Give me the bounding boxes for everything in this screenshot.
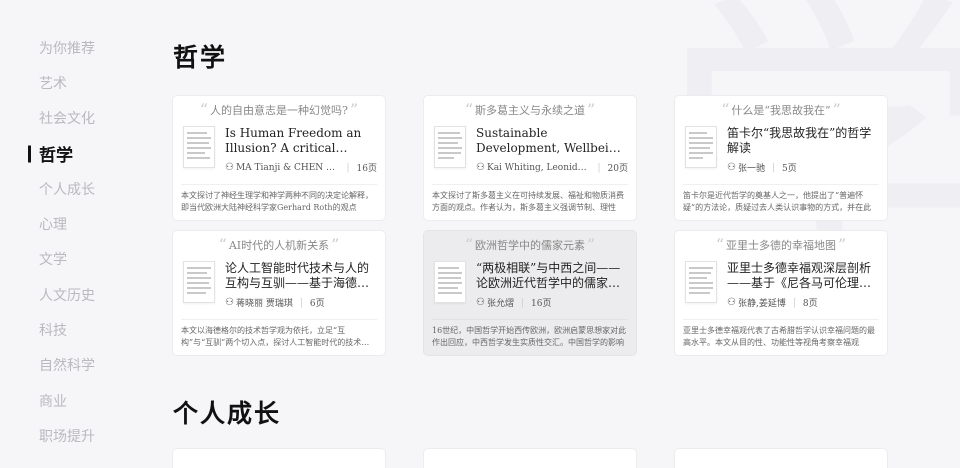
book-title: 笛卡尔“我思故我在”的哲学解读 bbox=[727, 126, 872, 155]
book-author: 张静,姜延博 bbox=[737, 299, 786, 309]
book-description: 本文探讨了神经生理学和神学两种不同的决定论解释，即当代欧洲大陆神经科学家Gerh… bbox=[181, 191, 373, 212]
sidebar-item-technology[interactable]: 科技 bbox=[28, 312, 138, 347]
book-description: 16世纪，中国哲学开始西传欧洲，欧洲启蒙思想家对此作出回应，中西哲学发生实质性交… bbox=[432, 326, 627, 347]
page-count: 5页 bbox=[782, 164, 797, 174]
book-author: Kai Whiting, Leonidas Konstantakos bbox=[486, 162, 591, 173]
book-title: Is Human Freedom an Illusion? A critical… bbox=[225, 126, 362, 155]
book-description: 本文以海德格尔的技术哲学观为依托，立足“互构”与“互驯”两个切入点，探讨人工智能… bbox=[181, 326, 370, 347]
book-meta: ⚇ 张一驰 | 5页 bbox=[727, 162, 797, 174]
book-card-partial[interactable] bbox=[423, 448, 637, 468]
book-title: “两极相联”与中西之间——论欧洲近代哲学中的儒家哲学元素 bbox=[476, 261, 621, 290]
card-topic: “ 亚里士多德的幸福地图 ” bbox=[715, 235, 847, 254]
page-count: 16页 bbox=[531, 299, 552, 309]
sidebar-item-philosophy[interactable]: 哲学 bbox=[28, 136, 138, 171]
card-divider bbox=[683, 184, 879, 185]
sidebar-item-art[interactable]: 艺术 bbox=[28, 65, 138, 100]
book-card-partial[interactable] bbox=[172, 448, 386, 468]
document-thumbnail bbox=[685, 126, 717, 168]
document-thumbnail bbox=[434, 126, 466, 168]
close-quote-icon: ” bbox=[331, 235, 340, 254]
page-count: 20页 bbox=[607, 164, 628, 174]
close-quote-icon: ” bbox=[587, 100, 596, 119]
book-author: 蒋晓丽 贾瑞琪 bbox=[235, 299, 293, 309]
card-divider bbox=[683, 319, 879, 320]
book-card-partial[interactable] bbox=[674, 448, 888, 468]
book-description: 笛卡尔是近代哲学的奠基人之一，他提出了“普遍怀疑”的方法论，质疑过去人类认识事物… bbox=[683, 191, 872, 212]
book-meta: ⚇ 张允熠 | 16页 bbox=[476, 297, 552, 309]
open-quote-icon: “ bbox=[218, 235, 227, 254]
sidebar-item-literature[interactable]: 文学 bbox=[28, 242, 138, 277]
book-meta: ⚇ 蒋晓丽 贾瑞琪 | 6页 bbox=[225, 297, 325, 309]
book-meta: ⚇ 张静,姜延博 | 8页 bbox=[727, 297, 818, 309]
philosophy-card-grid: “ 人的自由意志是一种幻觉吗? ” Is Human Freedom an Il… bbox=[172, 95, 888, 357]
book-card[interactable]: “ 什么是“我思故我在” ” 笛卡尔“我思故我在”的哲学解读 ⚇ 张一驰 | 5… bbox=[674, 95, 888, 221]
book-description: 本文探讨了斯多葛主义在可持续发展、福祉和物质消费方面的观点。作者认为，斯多葛主义… bbox=[432, 191, 624, 212]
document-thumbnail bbox=[434, 261, 466, 303]
author-icon: ⚇ bbox=[476, 162, 485, 173]
author-icon: ⚇ bbox=[225, 297, 234, 308]
book-description: 亚里士多德幸福观代表了古希腊哲学认识幸福问题的最高水平。本文从目的性、功能性等视… bbox=[683, 326, 875, 347]
author-icon: ⚇ bbox=[476, 297, 485, 308]
author-icon: ⚇ bbox=[225, 162, 234, 173]
sidebar-item-psychology[interactable]: 心理 bbox=[28, 206, 138, 241]
sidebar-item-recommended[interactable]: 为你推荐 bbox=[28, 30, 138, 65]
book-card[interactable]: “ AI时代的人机新关系 ” 论人工智能时代技术与人的互构与互驯——基于海德格尔… bbox=[172, 230, 386, 356]
section-title-personal-growth: 个人成长 bbox=[173, 399, 282, 428]
sidebar-item-humanities-history[interactable]: 人文历史 bbox=[28, 277, 138, 312]
book-card[interactable]: “ 亚里士多德的幸福地图 ” 亚里士多德幸福观深层剖析——基于《尼各马可伦理学》… bbox=[674, 230, 888, 356]
card-topic: “ AI时代的人机新关系 ” bbox=[218, 235, 340, 254]
category-sidebar: 为你推荐 艺术 社会文化 哲学 个人成长 心理 文学 人文历史 科技 自然科学 … bbox=[28, 30, 138, 454]
book-meta: ⚇ MA Tianji & CHEN Szu-Chi | 16页 bbox=[225, 162, 377, 174]
book-author: 张一驰 bbox=[737, 164, 765, 174]
close-quote-icon: ” bbox=[587, 235, 596, 254]
open-quote-icon: “ bbox=[721, 100, 730, 119]
card-divider bbox=[432, 319, 628, 320]
close-quote-icon: ” bbox=[838, 235, 847, 254]
sidebar-item-natural-science[interactable]: 自然科学 bbox=[28, 348, 138, 383]
sidebar-item-social-culture[interactable]: 社会文化 bbox=[28, 101, 138, 136]
card-topic: “ 什么是“我思故我在” ” bbox=[721, 100, 841, 119]
book-title: 论人工智能时代技术与人的互构与互驯——基于海德格尔技术哲学 bbox=[225, 261, 370, 290]
book-title: 亚里士多德幸福观深层剖析——基于《尼各马可伦理学》文本 bbox=[727, 261, 878, 290]
open-quote-icon: “ bbox=[464, 100, 473, 119]
page-count: 16页 bbox=[356, 164, 377, 174]
card-topic: “ 斯多葛主义与永续之道 ” bbox=[464, 100, 596, 119]
document-thumbnail bbox=[183, 261, 215, 303]
close-quote-icon: ” bbox=[349, 100, 359, 119]
card-topic: “ 欧洲哲学中的儒家元素 ” bbox=[464, 235, 596, 254]
book-author: 张允熠 bbox=[486, 299, 514, 309]
page-count: 6页 bbox=[309, 299, 325, 309]
card-divider bbox=[181, 319, 377, 320]
sidebar-item-business[interactable]: 商业 bbox=[28, 383, 138, 418]
author-icon: ⚇ bbox=[727, 297, 736, 308]
sidebar-item-personal-growth[interactable]: 个人成长 bbox=[28, 171, 138, 206]
open-quote-icon: “ bbox=[199, 100, 209, 119]
open-quote-icon: “ bbox=[715, 235, 724, 254]
book-card[interactable]: “ 人的自由意志是一种幻觉吗? ” Is Human Freedom an Il… bbox=[172, 95, 386, 221]
book-title: Sustainable Development, Wellbeing and M… bbox=[476, 126, 625, 155]
card-divider bbox=[432, 184, 628, 185]
card-topic: “ 人的自由意志是一种幻觉吗? ” bbox=[199, 100, 359, 119]
author-icon: ⚇ bbox=[727, 162, 736, 173]
book-card[interactable]: “ 斯多葛主义与永续之道 ” Sustainable Development, … bbox=[423, 95, 637, 221]
document-thumbnail bbox=[183, 126, 215, 168]
book-author: MA Tianji & CHEN Szu-Chi bbox=[235, 162, 340, 173]
close-quote-icon: ” bbox=[832, 100, 841, 119]
book-meta: ⚇ Kai Whiting, Leonidas Konstantakos | 2… bbox=[476, 162, 628, 174]
card-divider bbox=[181, 184, 377, 185]
document-thumbnail bbox=[685, 261, 717, 303]
page-count: 8页 bbox=[802, 299, 818, 309]
open-quote-icon: “ bbox=[464, 235, 473, 254]
section-title-philosophy: 哲学 bbox=[173, 43, 228, 72]
book-card-hovered[interactable]: “ 欧洲哲学中的儒家元素 ” “两极相联”与中西之间——论欧洲近代哲学中的儒家哲… bbox=[423, 230, 637, 356]
sidebar-item-career[interactable]: 职场提升 bbox=[28, 418, 138, 453]
